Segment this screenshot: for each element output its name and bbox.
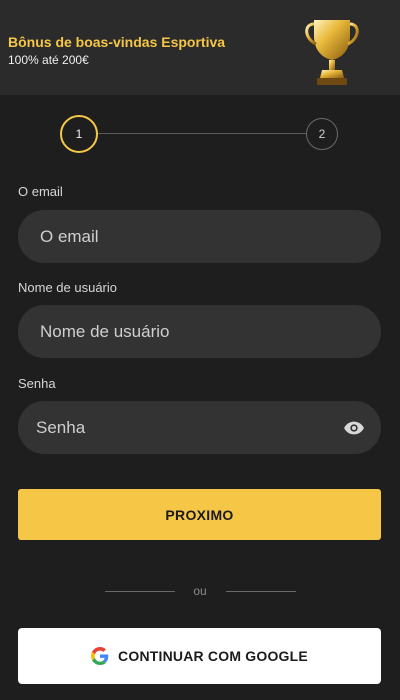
username-field[interactable] — [18, 305, 381, 358]
step-2: 2 — [306, 118, 338, 150]
step-1: 1 — [60, 115, 98, 153]
email-label: O email — [18, 184, 63, 199]
promo-banner: Bônus de boas-vindas Esportiva 100% até … — [0, 0, 400, 95]
username-field-container — [18, 305, 381, 358]
email-field-container — [18, 210, 381, 263]
or-divider: ou — [0, 582, 400, 602]
promo-subtitle: 100% até 200€ — [8, 53, 89, 67]
password-field-container — [18, 401, 381, 454]
trophy-icon — [305, 20, 359, 85]
email-field[interactable] — [18, 210, 381, 263]
next-button[interactable]: PROXIMO — [18, 489, 381, 540]
divider-line-right — [226, 591, 296, 592]
divider-text: ou — [193, 584, 207, 598]
google-icon — [91, 647, 109, 665]
stepper-line — [98, 133, 306, 134]
progress-stepper: 1 2 — [0, 113, 400, 155]
google-button-label: CONTINUAR COM GOOGLE — [118, 648, 308, 664]
password-field[interactable] — [18, 401, 381, 454]
google-signin-button[interactable]: CONTINUAR COM GOOGLE — [18, 628, 381, 684]
password-label: Senha — [18, 376, 56, 391]
username-label: Nome de usuário — [18, 280, 117, 295]
eye-icon[interactable] — [343, 417, 365, 439]
promo-title: Bônus de boas-vindas Esportiva — [8, 34, 226, 50]
